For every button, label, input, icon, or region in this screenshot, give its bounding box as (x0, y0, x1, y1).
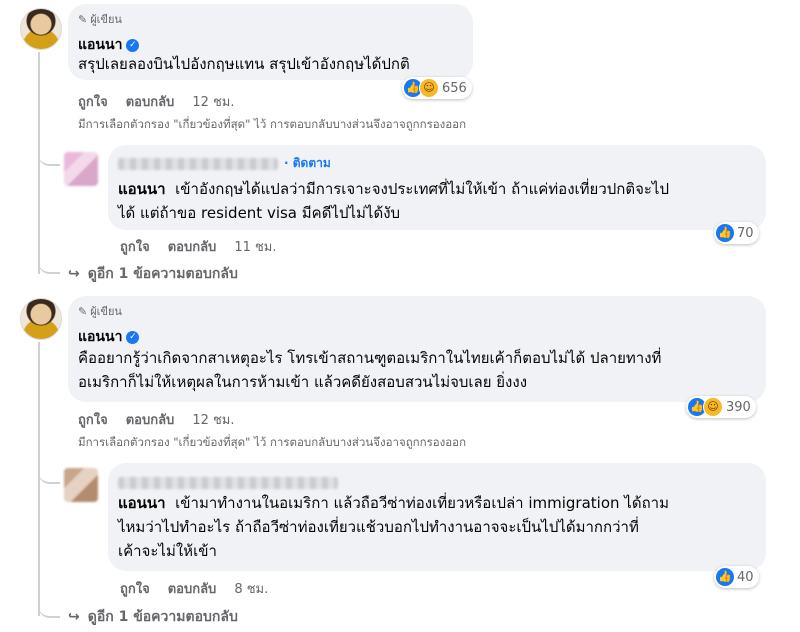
care-reaction-icon: ☺ (419, 78, 439, 98)
reaction-count: 656 (442, 80, 467, 96)
reply-author[interactable] (118, 472, 338, 491)
pencil-icon: ✎ (78, 304, 88, 318)
like-button[interactable]: ถูกใจ (78, 409, 108, 430)
reaction-summary[interactable]: 👍 ☺ 390 (686, 396, 756, 418)
timestamp[interactable]: 8 ชม. (234, 578, 268, 599)
timestamp[interactable]: 12 ชม. (192, 91, 234, 112)
timestamp[interactable]: 11 ชม. (234, 236, 276, 257)
like-reaction-icon: 👍 (716, 224, 734, 242)
view-more-label[interactable]: ดูอีก 1 ข้อความตอบกลับ (88, 263, 238, 285)
reply-text: แอนนา เข้ามาทำงานในอเมริกา แล้วถือวีซ่าท… (118, 492, 669, 514)
avatar[interactable] (20, 298, 62, 340)
badge-label: ผู้เขียน (90, 13, 122, 26)
view-more-replies[interactable]: ↪ ดูอีก 1 ข้อความตอบกลับ (68, 263, 238, 285)
reply-text-line: ได้ แต่ถ้าขอ resident visa มีคดีไปไม่ได้… (118, 204, 401, 222)
timestamp[interactable]: 12 ชม. (192, 409, 234, 430)
reaction-count: 390 (726, 399, 751, 415)
comment-bubble: ✎ ผู้เขียน แอนนา ✓ คืออยากรู้ว่าเกิดจากส… (68, 296, 766, 402)
blurred-name[interactable] (118, 476, 338, 489)
blurred-name[interactable] (118, 157, 278, 170)
author-name[interactable]: แอนนา (78, 326, 122, 348)
reply-button[interactable]: ตอบกลับ (168, 236, 217, 257)
comment-bubble: ✎ ผู้เขียน แอนนา ✓ สรุปเลยลองบินไปอังกฤษ… (68, 4, 473, 80)
comment-actions: ถูกใจ ตอบกลับ 12 ชม. (78, 409, 235, 430)
reply-text-line: เข้ามาทำงานในอเมริกา แล้วถือวีซ่าท่องเที… (175, 494, 669, 512)
mention[interactable]: แอนนา (118, 494, 166, 512)
like-button[interactable]: ถูกใจ (78, 91, 108, 112)
reaction-count: 70 (737, 225, 754, 241)
reply-text-line: เข้าอังกฤษได้แปลว่ามีการเจาะจงประเทศที่ไ… (175, 180, 669, 198)
reply-arrow-icon: ↪ (68, 609, 80, 625)
reaction-summary[interactable]: 👍 70 (714, 222, 759, 244)
author-badge: ✎ ผู้เขียน (78, 302, 122, 320)
verified-icon: ✓ (126, 330, 140, 344)
filter-note: มีการเลือกตัวกรอง "เกี่ยวข้องที่สุด" ไว้… (78, 117, 467, 131)
care-reaction-icon: ☺ (703, 397, 723, 417)
comment-text-line: คืออยากรู้ว่าเกิดจากสาเหตุอะไร โทรเข้าสถ… (78, 349, 662, 367)
reaction-count: 40 (737, 569, 754, 585)
reply-actions: ถูกใจ ตอบกลับ 11 ชม. (120, 236, 277, 257)
reply-button[interactable]: ตอบกลับ (168, 578, 217, 599)
reply-actions: ถูกใจ ตอบกลับ 8 ชม. (120, 578, 268, 599)
like-button[interactable]: ถูกใจ (120, 236, 150, 257)
reaction-summary[interactable]: 👍 40 (714, 566, 759, 588)
reply-text-line: ไหมว่าไปทำอะไร ถ้าถือวีซ่าท่องเที่ยวแช้ว… (118, 518, 639, 536)
like-reaction-icon: 👍 (716, 568, 734, 586)
reply-bubble: แอนนา เข้ามาทำงานในอเมริกา แล้วถือวีซ่าท… (108, 463, 766, 571)
view-more-replies[interactable]: ↪ ดูอีก 1 ข้อความตอบกลับ (68, 606, 238, 628)
view-more-label[interactable]: ดูอีก 1 ข้อความตอบกลับ (88, 606, 238, 628)
comment-text: สรุปเลยลองบินไปอังกฤษแทน สรุปเข้าอังกฤษไ… (78, 55, 410, 73)
reaction-summary[interactable]: 👍 ☺ 656 (402, 77, 472, 99)
like-button[interactable]: ถูกใจ (120, 578, 150, 599)
comment-actions: ถูกใจ ตอบกลับ 12 ชม. (78, 91, 235, 112)
reply-button[interactable]: ตอบกลับ (126, 91, 175, 112)
author-badge: ✎ ผู้เขียน (78, 10, 122, 28)
comment-author[interactable]: แอนนา ✓ (78, 326, 140, 348)
follow-button[interactable]: · ติดตาม (284, 154, 331, 173)
mention[interactable]: แอนนา (118, 180, 166, 198)
reply-button[interactable]: ตอบกลับ (126, 409, 175, 430)
verified-icon: ✓ (126, 38, 140, 52)
avatar[interactable] (64, 152, 98, 186)
reply-text-line: เค้าจะไม่ให้เข้า (118, 542, 217, 560)
pencil-icon: ✎ (78, 12, 88, 26)
badge-label: ผู้เขียน (90, 305, 122, 318)
filter-note: มีการเลือกตัวกรอง "เกี่ยวข้องที่สุด" ไว้… (78, 435, 467, 449)
reply-arrow-icon: ↪ (68, 266, 80, 282)
avatar[interactable] (20, 8, 62, 50)
comment-text-line: อเมริกาก็ไม่ให้เหตุผลในการห้ามเข้า แล้วค… (78, 373, 528, 391)
reply-text: แอนนา เข้าอังกฤษได้แปลว่ามีการเจาะจงประเ… (118, 178, 669, 200)
avatar[interactable] (64, 468, 98, 502)
reply-author[interactable]: · ติดตาม (118, 154, 331, 173)
reply-bubble: · ติดตาม แอนนา เข้าอังกฤษได้แปลว่ามีการเ… (108, 145, 766, 230)
